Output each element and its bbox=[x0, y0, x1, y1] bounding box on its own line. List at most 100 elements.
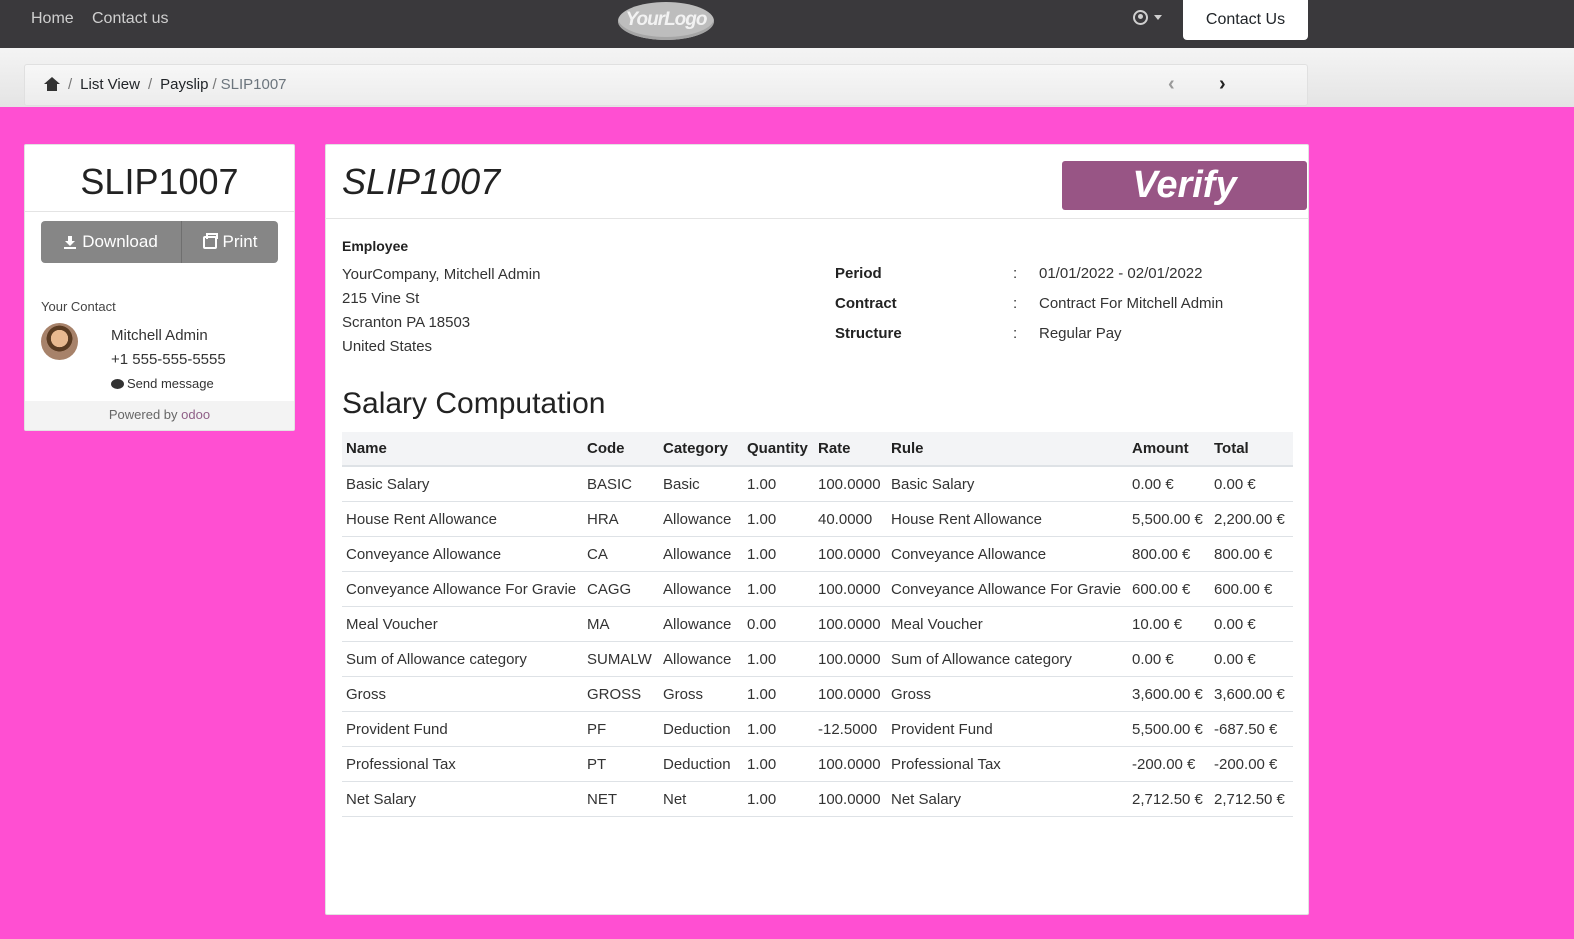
cell-amount: 10.00 € bbox=[1128, 606, 1210, 642]
send-message-label: Send message bbox=[127, 376, 214, 391]
cell-name: Gross bbox=[342, 676, 583, 712]
table-row: Net Salary NET Net 1.00 100.0000 Net Salary 2,… bbox=[342, 781, 1293, 817]
nav-home-link[interactable]: Home bbox=[31, 10, 74, 28]
cell-category: Net bbox=[659, 781, 743, 817]
address-line: 215 Vine St bbox=[342, 290, 420, 307]
cell-rate: 100.0000 bbox=[814, 606, 887, 642]
cell-code: MA bbox=[583, 606, 659, 642]
col-header-rule: Rule bbox=[887, 432, 1128, 467]
cell-amount: 3,600.00 € bbox=[1128, 676, 1210, 712]
cell-rate: 100.0000 bbox=[814, 536, 887, 572]
company-logo[interactable]: YourLogo bbox=[618, 2, 714, 40]
logo-text: YourLogo bbox=[625, 9, 708, 30]
cell-rule: House Rent Allowance bbox=[887, 501, 1128, 537]
cell-quantity: 1.00 bbox=[743, 466, 814, 502]
col-header-total: Total bbox=[1210, 432, 1293, 467]
contact-us-button[interactable]: Contact Us bbox=[1183, 0, 1308, 40]
salary-table-body: Basic Salary BASIC Basic 1.00 100.0000 Basic … bbox=[342, 466, 1293, 817]
cell-total: 0.00 € bbox=[1210, 466, 1293, 502]
salary-computation-heading: Salary Computation bbox=[342, 387, 606, 420]
cell-rate: 100.0000 bbox=[814, 676, 887, 712]
cell-total: 800.00 € bbox=[1210, 536, 1293, 572]
payslip-title: SLIP1007 bbox=[342, 161, 501, 202]
colon: : bbox=[1013, 325, 1018, 342]
structure-value: Regular Pay bbox=[1039, 325, 1122, 342]
cell-code: PF bbox=[583, 711, 659, 747]
table-row: Gross GROSS Gross 1.00 100.0000 Gross 3,600.00… bbox=[342, 676, 1293, 712]
pager-next-icon[interactable]: › bbox=[1219, 74, 1226, 94]
col-header-code: Code bbox=[583, 432, 659, 467]
payslip-card: SLIP1007 Verify Employee YourCompany, Mi… bbox=[325, 144, 1309, 915]
pager-prev-icon[interactable]: ‹ bbox=[1168, 74, 1175, 94]
structure-label: Structure bbox=[835, 325, 902, 342]
cell-category: Allowance bbox=[659, 501, 743, 537]
cell-rate: 100.0000 bbox=[814, 466, 887, 502]
cell-rule: Conveyance Allowance bbox=[887, 536, 1128, 572]
table-row: Professional Tax PT Deduction 1.00 100.0000 P… bbox=[342, 746, 1293, 782]
cell-code: BASIC bbox=[583, 466, 659, 502]
cell-rule: Net Salary bbox=[887, 781, 1128, 817]
address-line: Scranton PA 18503 bbox=[342, 314, 471, 331]
period-label: Period bbox=[835, 265, 882, 282]
breadcrumb-payslip[interactable]: Payslip bbox=[160, 76, 208, 93]
cell-code: SUMALW bbox=[583, 641, 659, 677]
cell-quantity: 1.00 bbox=[743, 641, 814, 677]
cell-quantity: 1.00 bbox=[743, 711, 814, 747]
address-line: United States bbox=[342, 338, 433, 355]
col-header-amount: Amount bbox=[1128, 432, 1210, 467]
cell-total: -687.50 € bbox=[1210, 711, 1293, 747]
cell-amount: 5,500.00 € bbox=[1128, 711, 1210, 747]
cell-rate: 100.0000 bbox=[814, 641, 887, 677]
table-row: Provident Fund PF Deduction 1.00 -12.5000 Pro… bbox=[342, 711, 1293, 747]
odoo-logo[interactable]: odoo bbox=[181, 407, 210, 422]
col-header-quantity: Quantity bbox=[743, 432, 814, 467]
nav-contact-link[interactable]: Contact us bbox=[92, 10, 168, 28]
cell-amount: -200.00 € bbox=[1128, 746, 1210, 782]
table-row: Basic Salary BASIC Basic 1.00 100.0000 Basic … bbox=[342, 466, 1293, 502]
breadcrumb-separator: / bbox=[212, 76, 217, 93]
table-row: Conveyance Allowance For Gravie CAGG Allow… bbox=[342, 571, 1293, 607]
cell-code: GROSS bbox=[583, 676, 659, 712]
cell-quantity: 1.00 bbox=[743, 571, 814, 607]
salary-table: Name Code Category Quantity Rate Rule Am… bbox=[342, 432, 1293, 817]
cell-quantity: 1.00 bbox=[743, 501, 814, 537]
cell-quantity: 1.00 bbox=[743, 536, 814, 572]
cell-amount: 800.00 € bbox=[1128, 536, 1210, 572]
breadcrumb: / List View / Payslip / SLIP1007 bbox=[44, 76, 287, 93]
cell-name: Meal Voucher bbox=[342, 606, 583, 642]
cell-total: 0.00 € bbox=[1210, 606, 1293, 642]
table-row: Meal Voucher MA Allowance 0.00 100.0000 Meal … bbox=[342, 606, 1293, 642]
cell-code: CA bbox=[583, 536, 659, 572]
period-value: 01/01/2022 - 02/01/2022 bbox=[1039, 265, 1203, 282]
cell-amount: 5,500.00 € bbox=[1128, 501, 1210, 537]
breadcrumb-list-view[interactable]: List View bbox=[80, 76, 140, 93]
user-menu[interactable] bbox=[1133, 10, 1162, 25]
contact-name: Mitchell Admin bbox=[111, 327, 208, 344]
cell-name: Net Salary bbox=[342, 781, 583, 817]
avatar bbox=[41, 323, 78, 360]
verify-button[interactable]: Verify bbox=[1062, 161, 1307, 210]
cell-total: 600.00 € bbox=[1210, 571, 1293, 607]
download-button[interactable]: Download bbox=[41, 221, 182, 263]
cell-category: Deduction bbox=[659, 746, 743, 782]
print-button[interactable]: Print bbox=[182, 221, 278, 263]
chat-icon bbox=[111, 378, 124, 389]
cell-total: -200.00 € bbox=[1210, 746, 1293, 782]
breadcrumb-current: SLIP1007 bbox=[220, 76, 287, 93]
home-icon[interactable] bbox=[44, 77, 60, 92]
breadcrumb-separator: / bbox=[68, 76, 73, 93]
print-label: Print bbox=[222, 232, 258, 251]
cell-category: Allowance bbox=[659, 571, 743, 607]
cell-rule: Conveyance Allowance For Gravie bbox=[887, 571, 1128, 607]
send-message-link[interactable]: Send message bbox=[111, 376, 214, 391]
cell-quantity: 1.00 bbox=[743, 676, 814, 712]
cell-category: Allowance bbox=[659, 606, 743, 642]
contract-value: Contract For Mitchell Admin bbox=[1039, 295, 1224, 312]
cell-name: Provident Fund bbox=[342, 711, 583, 747]
action-buttons: Download Print bbox=[41, 221, 278, 263]
cell-quantity: 1.00 bbox=[743, 781, 814, 817]
cell-rule: Basic Salary bbox=[887, 466, 1128, 502]
divider bbox=[25, 211, 294, 212]
cell-rate: 100.0000 bbox=[814, 781, 887, 817]
cell-amount: 0.00 € bbox=[1128, 466, 1210, 502]
